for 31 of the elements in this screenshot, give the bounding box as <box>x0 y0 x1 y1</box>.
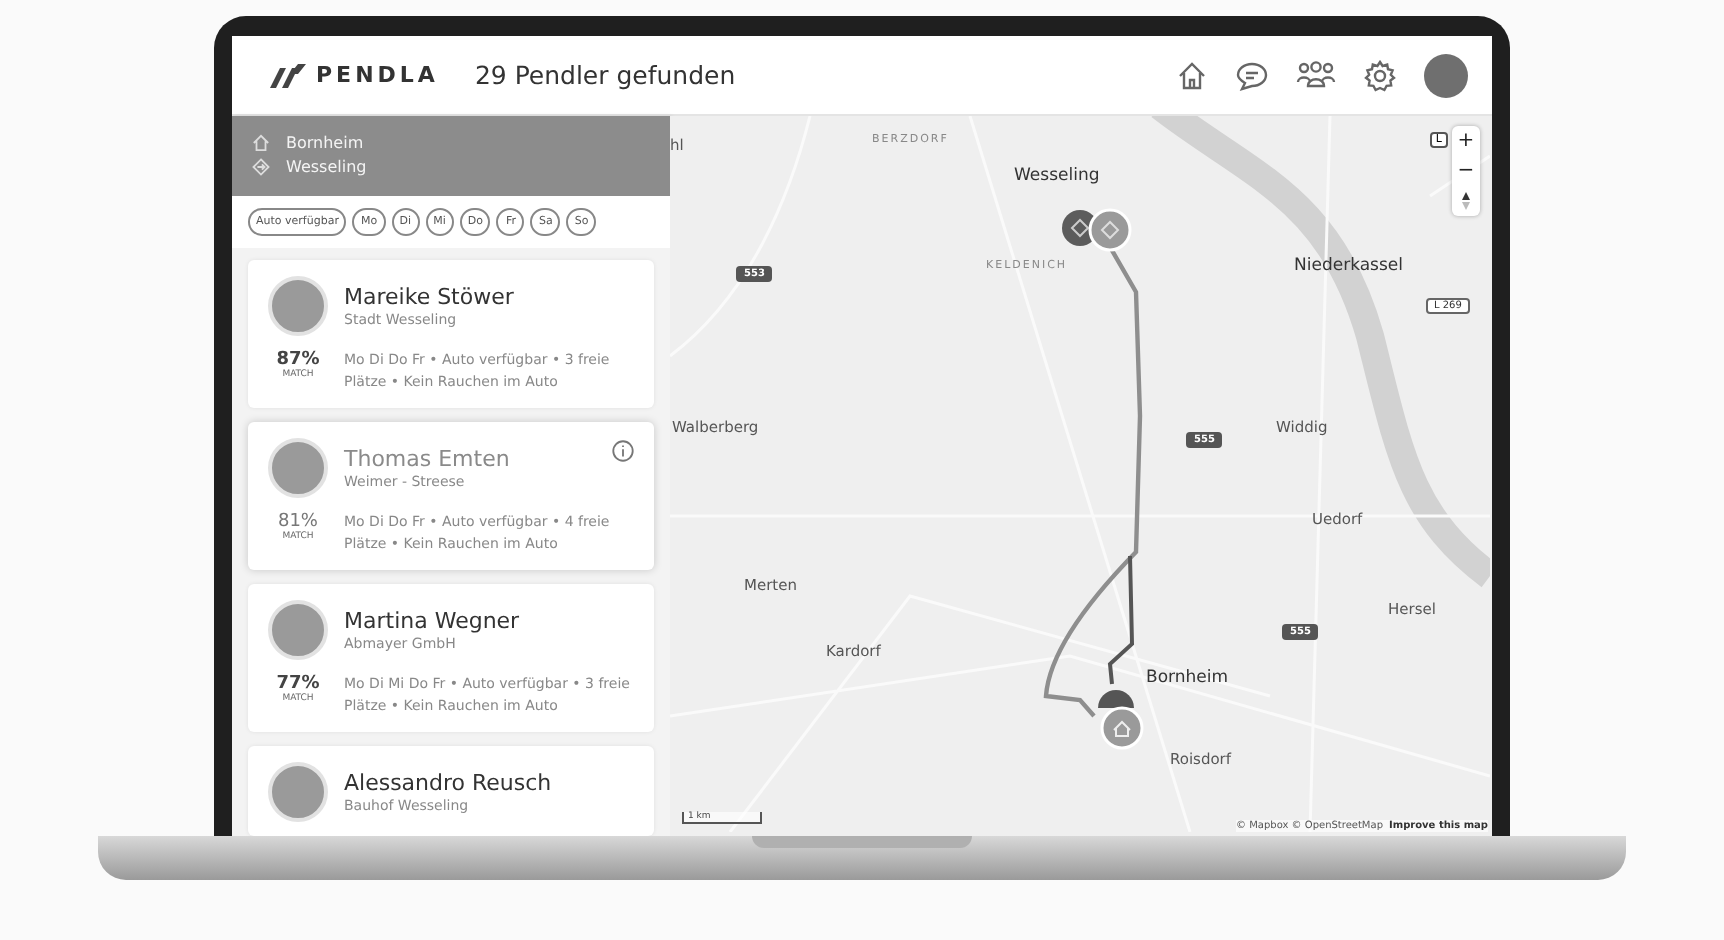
destination-icon <box>252 158 270 177</box>
people-icon[interactable] <box>1296 59 1336 91</box>
person-name: Martina Wegner <box>344 608 520 634</box>
route-to: Wesseling <box>286 158 367 177</box>
logo-icon <box>268 61 308 89</box>
person-name: Mareike Stöwer <box>344 284 514 310</box>
match-percent: 77% <box>276 674 320 694</box>
page-title: 29 Pendler gefunden <box>474 60 736 90</box>
avatar <box>268 276 328 336</box>
avatar <box>268 762 328 822</box>
person-name: Alessandro Reusch <box>344 770 552 796</box>
person-name: Thomas Emten <box>344 446 510 472</box>
match-percent: 81% <box>277 512 318 532</box>
zoom-in-button[interactable]: + <box>1452 126 1480 156</box>
avatar <box>268 438 328 498</box>
chat-icon[interactable] <box>1236 59 1268 91</box>
zoom-out-button[interactable]: − <box>1452 156 1480 186</box>
settings-icon[interactable] <box>1364 59 1396 91</box>
match-percent: 87% <box>276 350 320 370</box>
brand-name: PENDLA <box>316 62 439 88</box>
destination-marker <box>1088 208 1132 252</box>
avatar[interactable] <box>1424 53 1468 97</box>
home-icon[interactable] <box>1176 59 1208 91</box>
info-icon[interactable] <box>612 440 634 462</box>
place-label: Wesseling <box>1014 166 1100 186</box>
home-icon <box>252 134 270 153</box>
compass-icon[interactable] <box>1460 192 1472 210</box>
avatar <box>268 600 328 660</box>
place-label: Niederkassel <box>1294 256 1403 276</box>
route-from: Bornheim <box>286 134 364 153</box>
place-label: Bornheim <box>1146 668 1229 688</box>
